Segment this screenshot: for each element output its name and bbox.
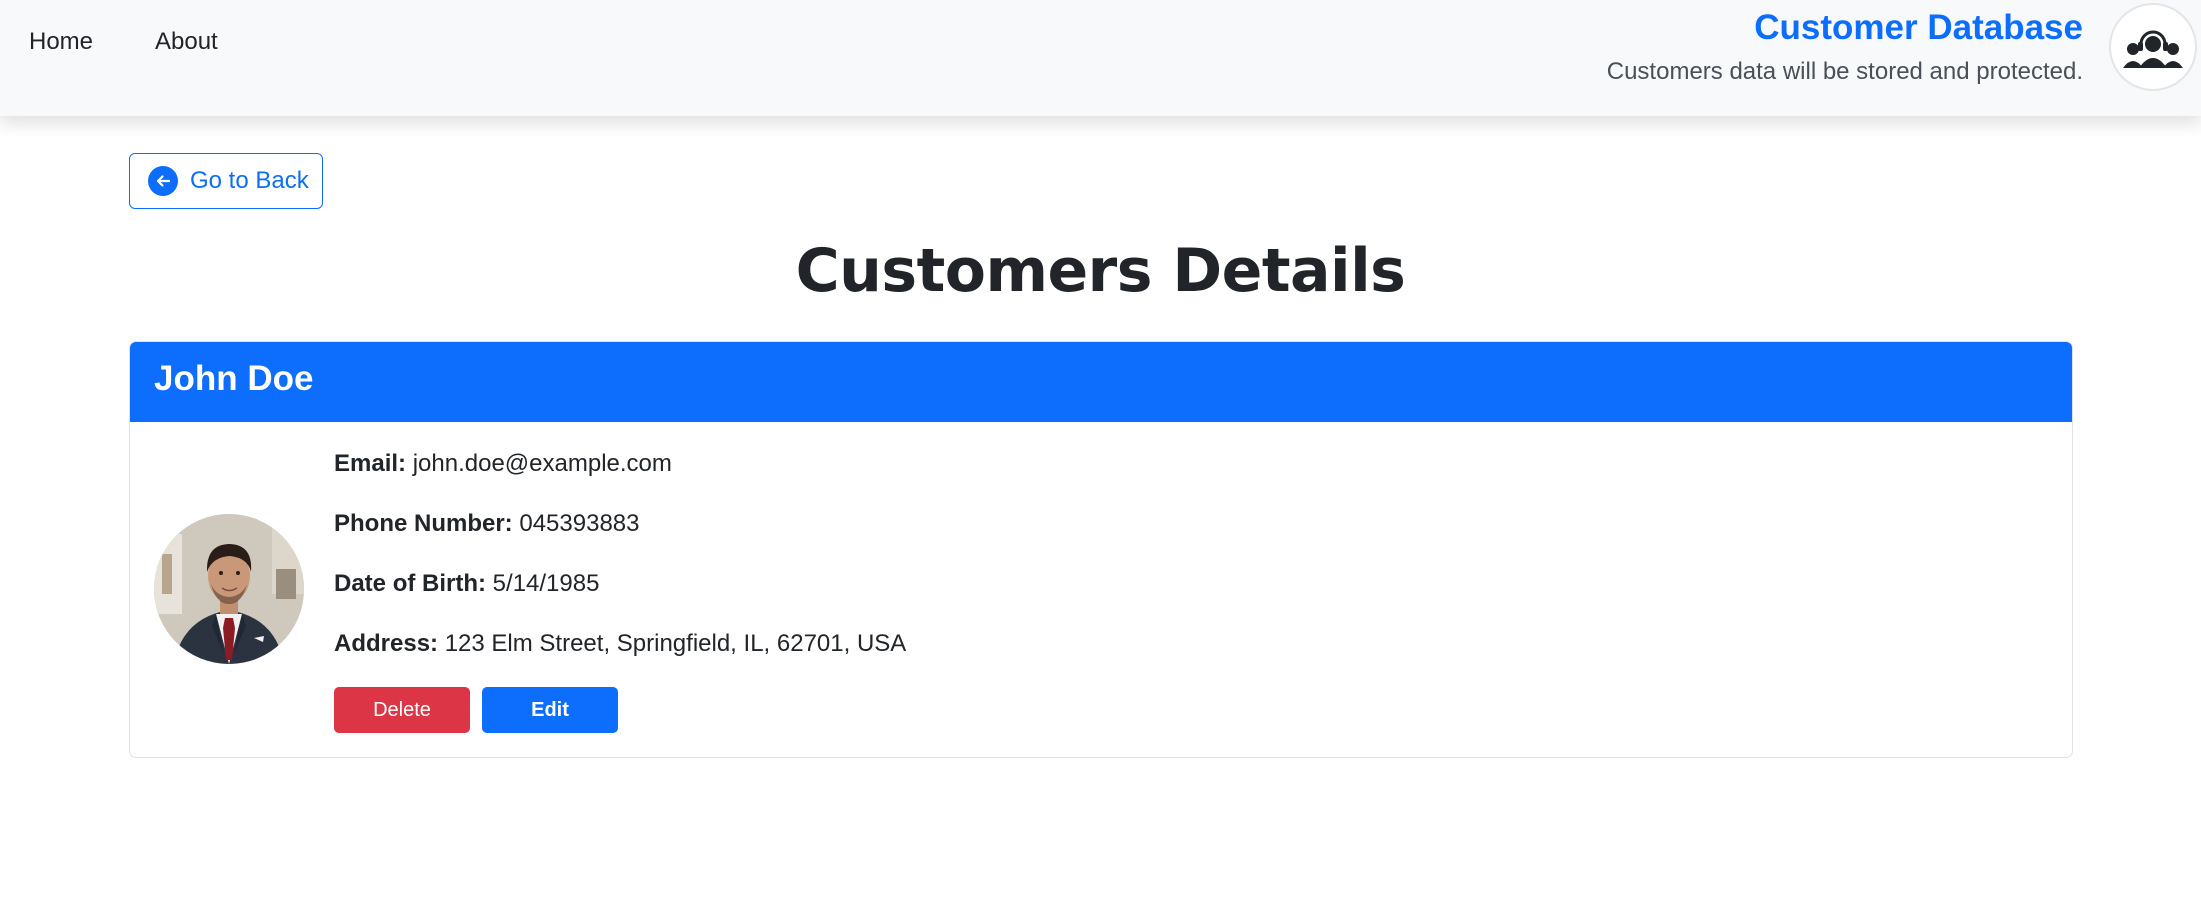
address-label: Address: xyxy=(334,630,439,657)
go-back-label: Go to Back xyxy=(190,167,309,194)
customer-avatar xyxy=(154,514,304,664)
action-buttons: Delete Edit xyxy=(334,687,618,733)
phone-row: Phone Number: 045393883 xyxy=(334,510,906,570)
brand-subtitle: Customers data will be stored and protec… xyxy=(1606,58,2083,85)
edit-button[interactable]: Edit xyxy=(482,687,618,733)
customer-card: John Doe Email: john.doe@example.com Pho… xyxy=(129,341,2073,758)
top-navbar: Home About Customer Database Customers d… xyxy=(0,0,2201,116)
phone-value: 045393883 xyxy=(519,510,640,537)
email-row: Email: john.doe@example.com xyxy=(334,450,906,510)
email-value: john.doe@example.com xyxy=(412,450,672,477)
page-title: Customers Details xyxy=(795,236,1406,306)
arrow-left-circle-icon xyxy=(148,166,178,196)
dob-row: Date of Birth: 5/14/1985 xyxy=(334,570,906,630)
dob-label: Date of Birth: xyxy=(334,570,486,597)
nav-link-about[interactable]: About xyxy=(155,28,218,56)
customer-info: Email: john.doe@example.com Phone Number… xyxy=(334,450,906,690)
phone-label: Phone Number: xyxy=(334,510,513,537)
delete-button[interactable]: Delete xyxy=(334,687,470,733)
dob-value: 5/14/1985 xyxy=(492,570,600,597)
nav-link-home[interactable]: Home xyxy=(29,28,93,56)
customer-group-icon xyxy=(2109,3,2197,91)
address-value: 123 Elm Street, Springfield, IL, 62701, … xyxy=(444,630,907,657)
email-label: Email: xyxy=(334,450,407,477)
brand-title: Customer Database xyxy=(1754,8,2083,47)
customer-name: John Doe xyxy=(130,342,2072,422)
go-back-button[interactable]: Go to Back xyxy=(129,153,323,209)
address-row: Address: 123 Elm Street, Springfield, IL… xyxy=(334,630,906,690)
